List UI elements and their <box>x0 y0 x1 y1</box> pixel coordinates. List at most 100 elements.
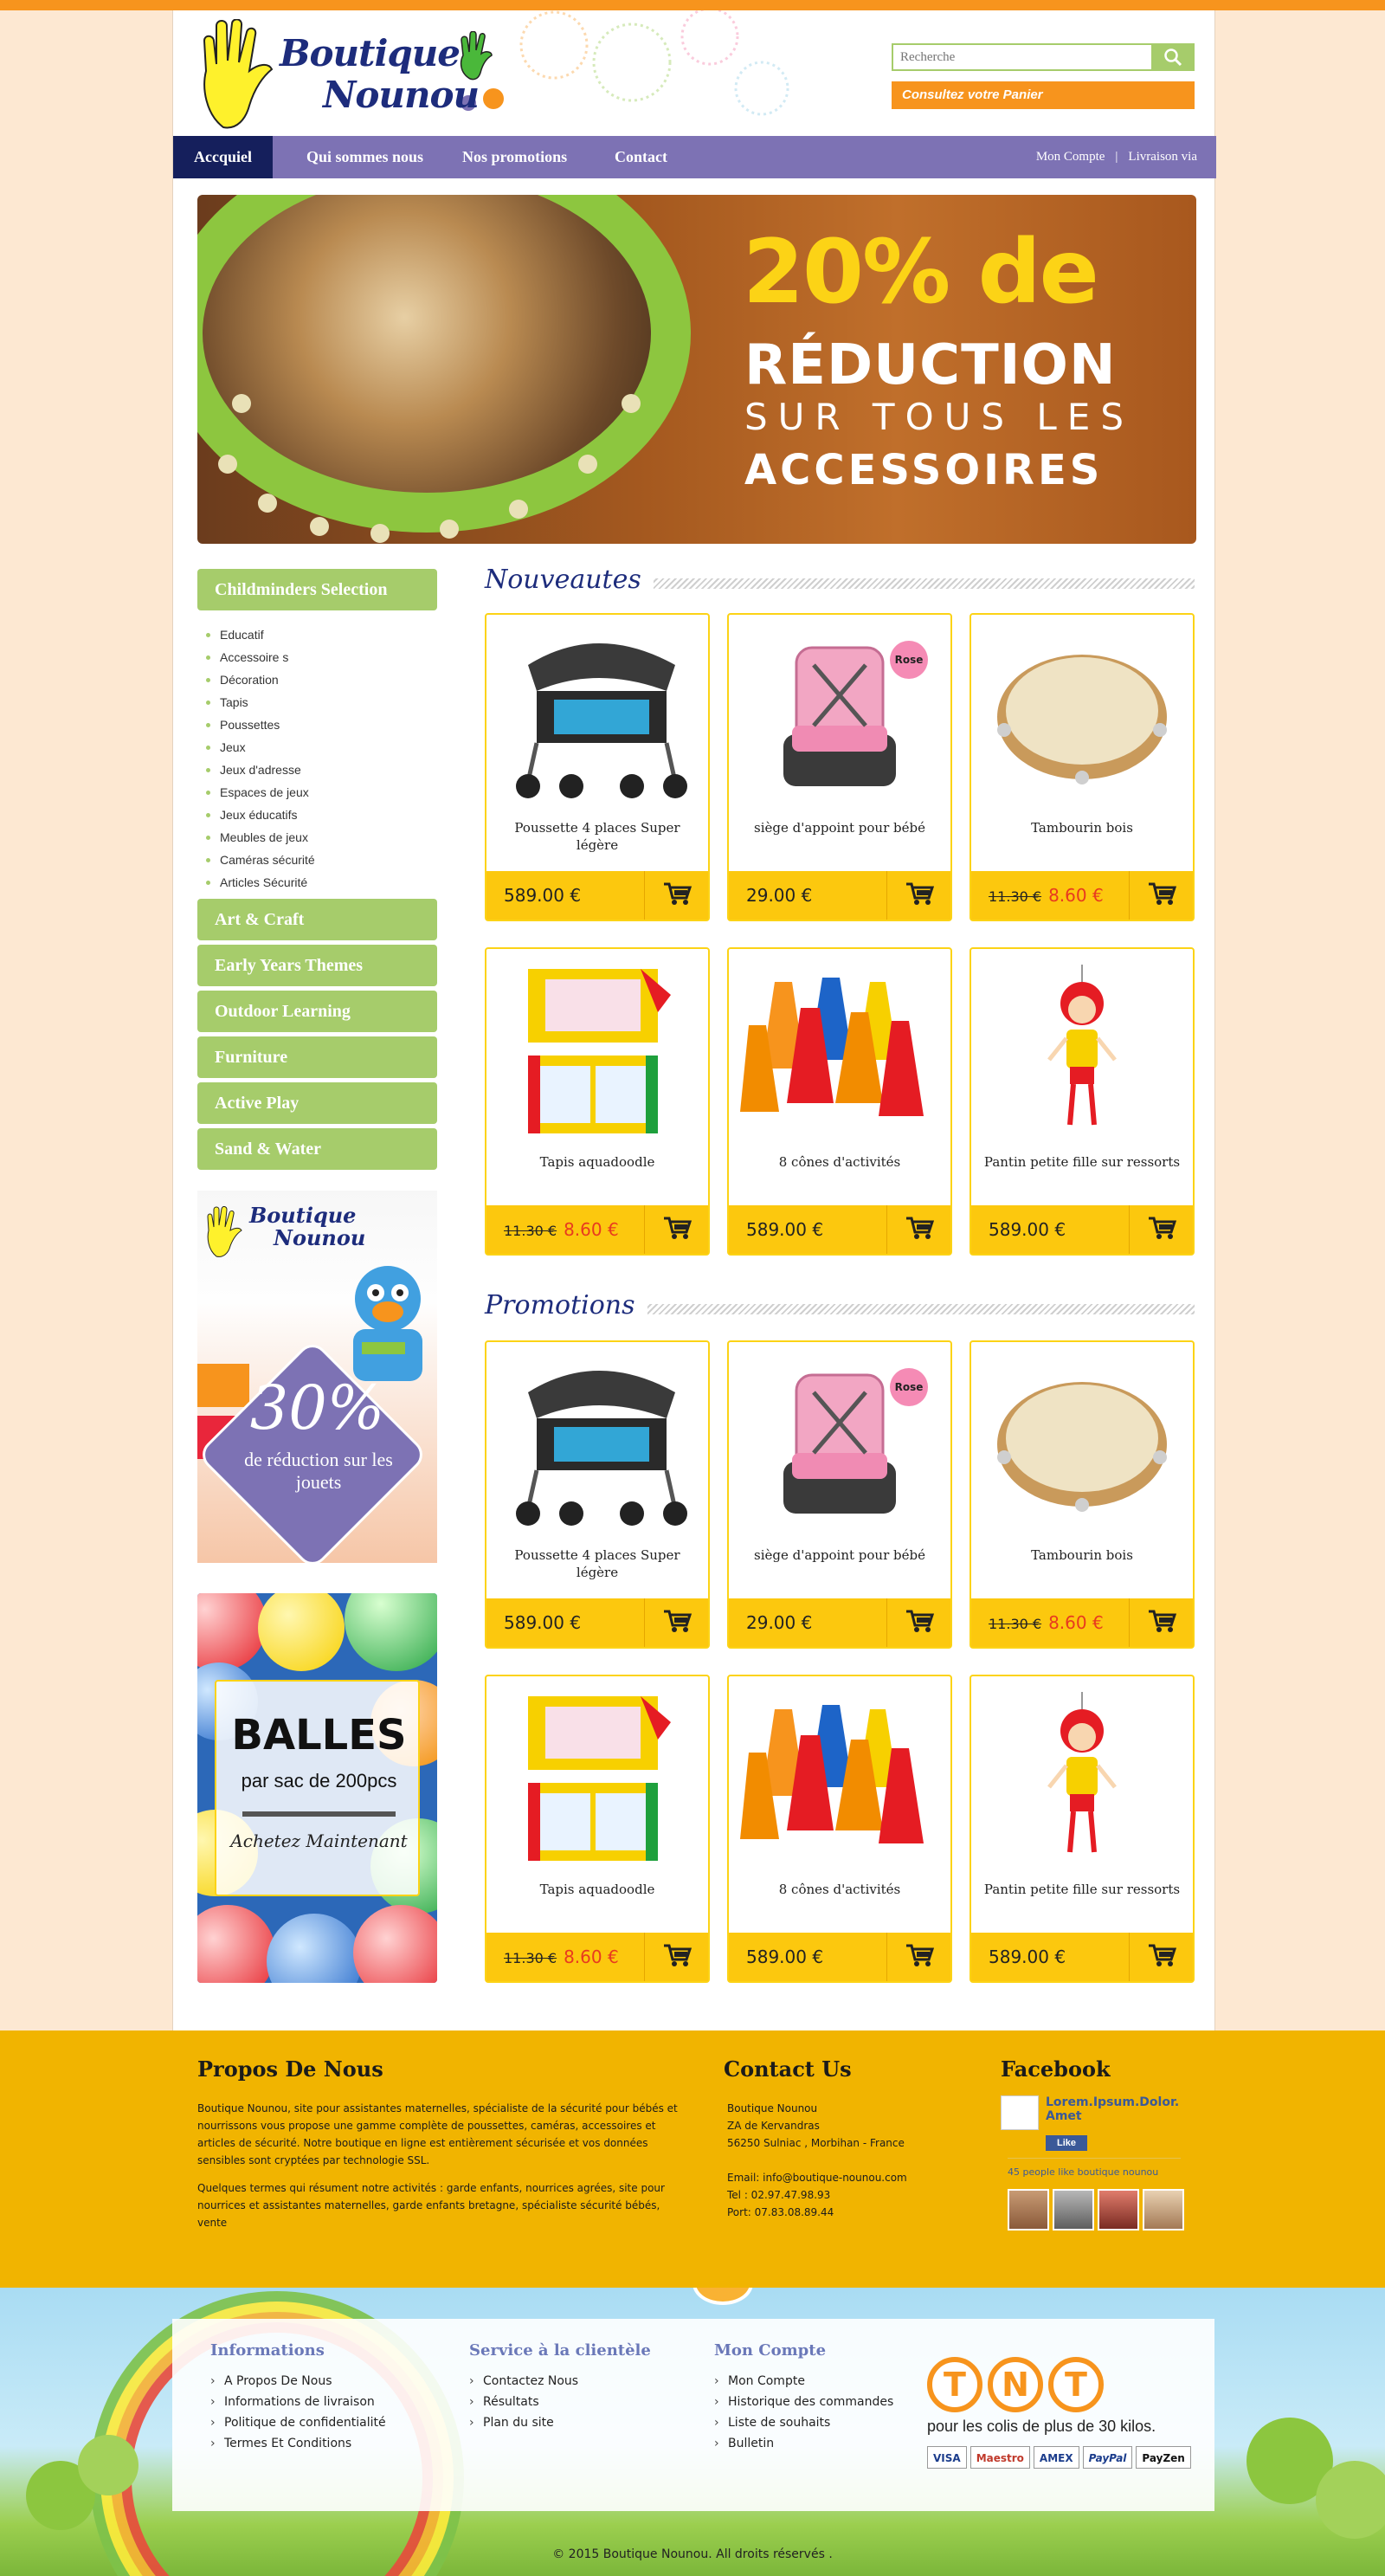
footer-link[interactable]: Plan du site <box>469 2412 578 2433</box>
product-image[interactable] <box>495 623 699 814</box>
product-card[interactable]: Poussette 4 places Super légère 589.00 € <box>485 1340 710 1649</box>
add-to-cart-button[interactable] <box>644 1598 708 1647</box>
subcategory-item[interactable]: Caméras sécurité <box>206 849 437 871</box>
product-card[interactable]: 8 cônes d'activités 589.00 € <box>727 947 952 1256</box>
product-image[interactable] <box>980 958 1184 1148</box>
fb-page-name[interactable]: Lorem.Ipsum.Dolor. Amet <box>1046 2095 1189 2123</box>
subcategory-item[interactable]: Meubles de jeux <box>206 826 437 849</box>
fb-avatar[interactable] <box>1143 2189 1184 2231</box>
add-to-cart-button[interactable] <box>1129 1205 1193 1254</box>
product-image[interactable] <box>980 1685 1184 1876</box>
cart-icon <box>662 881 692 910</box>
nav-delivery-link[interactable]: Livraison via <box>1128 150 1197 164</box>
product-image[interactable] <box>495 1685 699 1876</box>
promo-balls-banner[interactable]: BALLES par sac de 200pcs Achetez Mainten… <box>197 1593 437 1983</box>
balls-cta[interactable]: Achetez Maintenant <box>216 1830 422 1851</box>
product-image[interactable] <box>738 958 942 1148</box>
footer-link[interactable]: Contactez Nous <box>469 2371 578 2392</box>
add-to-cart-button[interactable] <box>644 871 708 920</box>
add-to-cart-button[interactable] <box>886 1205 950 1254</box>
add-to-cart-button[interactable] <box>886 1933 950 1981</box>
subcategory-item[interactable]: Décoration <box>206 668 437 691</box>
product-card[interactable]: 8 cônes d'activités 589.00 € <box>727 1675 952 1983</box>
category-furniture[interactable]: Furniture <box>197 1036 437 1078</box>
subcategory-item[interactable]: Espaces de jeux <box>206 781 437 804</box>
footer-link[interactable]: A Propos De Nous <box>210 2371 386 2392</box>
product-name[interactable]: Tapis aquadoodle <box>495 1153 699 1171</box>
footer-link[interactable]: Mon Compte <box>714 2371 893 2392</box>
footer-link[interactable]: Politique de confidentialité <box>210 2412 386 2433</box>
fb-avatar[interactable] <box>1008 2189 1049 2231</box>
category-outdoor-learning[interactable]: Outdoor Learning <box>197 991 437 1032</box>
product-name[interactable]: Tambourin bois <box>980 819 1184 836</box>
footer-link[interactable]: Informations de livraison <box>210 2392 386 2412</box>
fb-like-button[interactable]: Like <box>1046 2135 1087 2151</box>
product-price: 589.00 € <box>504 1612 582 1633</box>
product-name[interactable]: Poussette 4 places Super légère <box>495 1546 699 1581</box>
add-to-cart-button[interactable] <box>1129 871 1193 920</box>
product-name[interactable]: 8 cônes d'activités <box>738 1881 942 1898</box>
footer-link[interactable]: Historique des commandes <box>714 2392 893 2412</box>
product-card[interactable]: Rose siège d'appoint pour bébé 29.00 € <box>727 613 952 921</box>
fb-avatar[interactable] <box>1053 2189 1094 2231</box>
logo[interactable]: Boutique Nounou <box>197 19 518 132</box>
product-name[interactable]: siège d'appoint pour bébé <box>738 819 942 836</box>
product-card[interactable]: Tambourin bois 11.30 € 8.60 € <box>970 1340 1195 1649</box>
subcategory-item[interactable]: Educatif <box>206 623 437 646</box>
subcategory-item[interactable]: Poussettes <box>206 713 437 736</box>
contact-email[interactable]: Email: info@boutique-nounou.com <box>727 2172 907 2184</box>
product-name[interactable]: Poussette 4 places Super légère <box>495 819 699 854</box>
subcategory-item[interactable]: Jeux d'adresse <box>206 759 437 781</box>
add-to-cart-button[interactable] <box>886 1598 950 1647</box>
footer-link[interactable]: Résultats <box>469 2392 578 2412</box>
product-card[interactable]: Poussette 4 places Super légère 589.00 € <box>485 613 710 921</box>
product-name[interactable]: Tapis aquadoodle <box>495 1881 699 1898</box>
add-to-cart-button[interactable] <box>886 871 950 920</box>
category-art-craft[interactable]: Art & Craft <box>197 899 437 940</box>
nav-item-about[interactable]: Qui sommes nous <box>286 136 444 178</box>
subcategory-item[interactable]: Accessoire s <box>206 646 437 668</box>
category-childminders-selection[interactable]: Childminders Selection <box>197 569 437 610</box>
product-name[interactable]: 8 cônes d'activités <box>738 1153 942 1171</box>
product-name[interactable]: Pantin petite fille sur ressorts <box>980 1153 1184 1171</box>
product-card[interactable]: Tambourin bois 11.30 € 8.60 € <box>970 613 1195 921</box>
product-card[interactable]: Pantin petite fille sur ressorts 589.00 € <box>970 1675 1195 1983</box>
add-to-cart-button[interactable] <box>644 1205 708 1254</box>
product-card[interactable]: Tapis aquadoodle 11.30 € 8.60 € <box>485 1675 710 1983</box>
product-image[interactable] <box>495 958 699 1148</box>
hero-banner[interactable]: 20% de RÉDUCTION SUR TOUS LES ACCESSOIRE… <box>197 195 1196 544</box>
fb-avatar[interactable] <box>1098 2189 1139 2231</box>
promo-toys-banner[interactable]: Boutique Nounou 30% de réduction sur les … <box>197 1191 437 1563</box>
product-name[interactable]: Pantin petite fille sur ressorts <box>980 1881 1184 1898</box>
category-sand-water[interactable]: Sand & Water <box>197 1128 437 1170</box>
subcategory-item[interactable]: Tapis <box>206 691 437 713</box>
tnt-tagline: pour les colis de plus de 30 kilos. <box>927 2418 1156 2435</box>
product-name[interactable]: siège d'appoint pour bébé <box>738 1546 942 1564</box>
nav-account-link[interactable]: Mon Compte <box>1036 150 1105 164</box>
subcategory-item[interactable]: Jeux éducatifs <box>206 804 437 826</box>
footer-link[interactable]: Bulletin <box>714 2433 893 2454</box>
add-to-cart-button[interactable] <box>644 1933 708 1981</box>
category-active-play[interactable]: Active Play <box>197 1082 437 1124</box>
product-card[interactable]: Tapis aquadoodle 11.30 € 8.60 € <box>485 947 710 1256</box>
product-name[interactable]: Tambourin bois <box>980 1546 1184 1564</box>
subcategory-item[interactable]: Jeux <box>206 736 437 759</box>
view-cart-link[interactable]: Consultez votre Panier <box>892 81 1195 109</box>
add-to-cart-button[interactable] <box>1129 1598 1193 1647</box>
subcategory-item[interactable]: Articles Sécurité <box>206 871 437 894</box>
add-to-cart-button[interactable] <box>1129 1933 1193 1981</box>
product-card[interactable]: Rose siège d'appoint pour bébé 29.00 € <box>727 1340 952 1649</box>
product-image[interactable] <box>980 1351 1184 1541</box>
nav-item-home[interactable]: Accquiel <box>173 136 273 178</box>
product-image[interactable] <box>980 623 1184 814</box>
search-input[interactable] <box>892 43 1151 71</box>
footer-link[interactable]: Liste de souhaits <box>714 2412 893 2433</box>
footer-link[interactable]: Termes Et Conditions <box>210 2433 386 2454</box>
nav-item-promotions[interactable]: Nos promotions <box>441 136 588 178</box>
category-early-years-themes[interactable]: Early Years Themes <box>197 945 437 986</box>
search-button[interactable] <box>1151 43 1195 71</box>
product-card[interactable]: Pantin petite fille sur ressorts 589.00 € <box>970 947 1195 1256</box>
nav-item-contact[interactable]: Contact <box>594 136 688 178</box>
product-image[interactable] <box>738 1685 942 1876</box>
product-image[interactable] <box>495 1351 699 1541</box>
